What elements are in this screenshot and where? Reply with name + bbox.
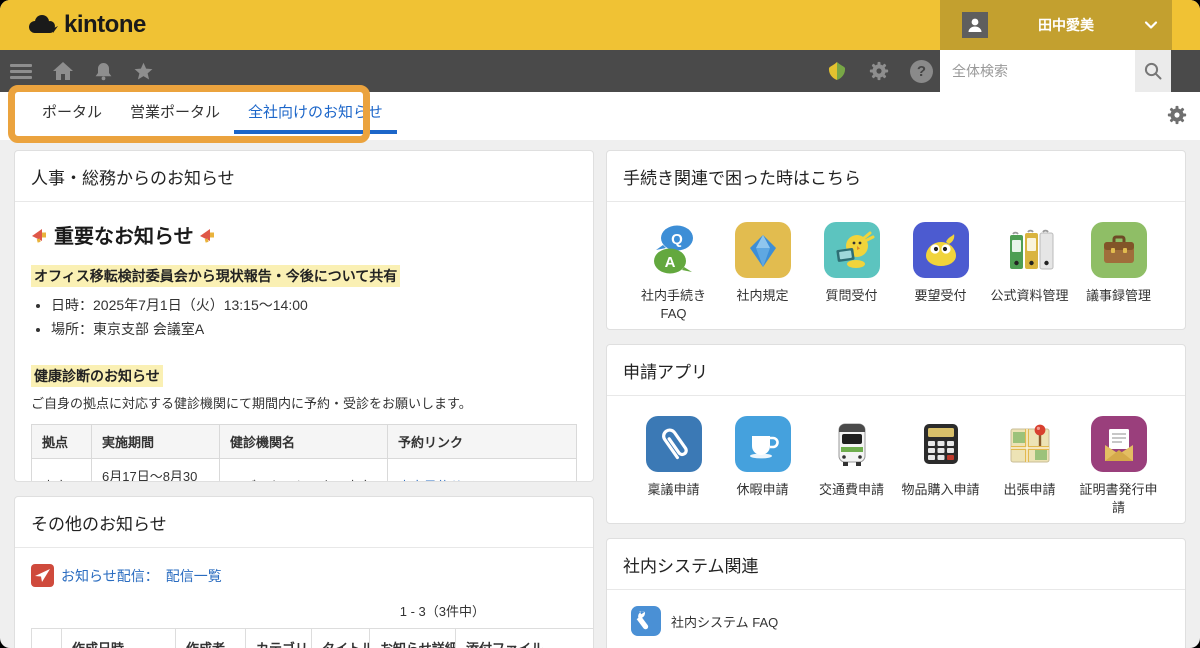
col-header: 拠点 (32, 425, 92, 459)
app-meeting-minutes[interactable]: 議事録管理 (1074, 222, 1163, 322)
coffee-cup-icon (735, 416, 791, 472)
app-certificate-issue[interactable]: 証明書発行申請 (1074, 416, 1163, 516)
diamond-icon (735, 222, 791, 278)
health-check-notice-body: ご自身の拠点に対応する健診機関にて期間内に予約・受診をお願いします。 (31, 393, 577, 412)
office-move-details: 日時：2025年7月1日（火）13:15～14:00 場所：東京支部 会議室A (51, 295, 577, 339)
procedures-panel: 手続き関連で困った時はこちら Q A 社内手続きFAQ (606, 150, 1186, 330)
other-announcements-panel: その他のお知らせ お知らせ配信： 配信一覧 1 - 3（3件中） 作成日時 作成… (14, 496, 594, 648)
col-header: 実施期間 (92, 425, 220, 459)
wrench-icon (631, 606, 661, 636)
col-header: 予約リンク (388, 425, 577, 459)
train-icon (824, 416, 880, 472)
admin-gear-icon[interactable] (868, 60, 890, 82)
notifications-bell-icon[interactable] (94, 61, 113, 81)
col-header-attachment[interactable]: 添付ファイル (456, 629, 595, 648)
app-purchase-request[interactable]: 物品購入申請 (896, 416, 985, 516)
app-company-rules[interactable]: 社内規定 (718, 222, 807, 322)
app-vacation-request[interactable]: 休暇申請 (718, 416, 807, 516)
portal-settings-gear-icon[interactable] (1166, 104, 1188, 131)
svg-text:Q: Q (671, 231, 683, 248)
health-check-notice-title: 健康診断のお知らせ (31, 365, 163, 387)
calculator-icon (913, 416, 969, 472)
person-icon (966, 16, 984, 34)
col-header-select[interactable] (32, 629, 62, 648)
app-business-trip[interactable]: 出張申請 (985, 416, 1074, 516)
panel-title: その他のお知らせ (15, 497, 593, 548)
qa-bubbles-icon: Q A (646, 222, 702, 278)
col-header-detail[interactable]: お知らせ詳細 (370, 629, 456, 648)
applications-panel: 申請アプリ 稟議申請 (606, 344, 1186, 524)
home-icon[interactable] (52, 61, 74, 81)
tokyo-reservation-link[interactable]: 東京予約サイト (398, 479, 489, 483)
important-heading: 重要なお知らせ (15, 202, 593, 249)
panel-title: 手続き関連で困った時はこちら (607, 151, 1185, 202)
it-consultation-item[interactable]: IT相談窓口 (607, 636, 1185, 648)
search-button[interactable] (1135, 50, 1171, 92)
app-request-desk[interactable]: 要望受付 (896, 222, 985, 322)
announcement-app-icon (31, 564, 54, 587)
col-header-created[interactable]: 作成日時 (62, 629, 176, 648)
app-official-documents[interactable]: 公式資料管理 (985, 222, 1074, 322)
record-list-table: 作成日時 作成者 カテゴリ タイトル お知らせ詳細 添付ファイル (31, 628, 594, 648)
col-header: 健診機関名 (220, 425, 388, 459)
col-header-category[interactable]: カテゴリ (246, 629, 312, 648)
app-question-desk[interactable]: 質問受付 (807, 222, 896, 322)
hr-announcements-panel: 人事・総務からのお知らせ 重要なお知らせ オフィス移転検討委員会から現状報告・今… (14, 150, 594, 482)
kintone-logo[interactable]: kintone (26, 0, 146, 50)
tab-company-announcements[interactable]: 全社向けのお知らせ (234, 92, 397, 134)
chevron-down-icon (1144, 20, 1158, 30)
office-move-notice-title: オフィス移転検討委員会から現状報告・今後について共有 (31, 265, 400, 287)
envelope-letter-icon (1091, 416, 1147, 472)
app-header: kintone 田中愛美 (0, 0, 1200, 50)
megaphone-icon (31, 227, 49, 243)
logo-text: kintone (64, 11, 146, 39)
favorites-star-icon[interactable] (133, 61, 154, 81)
distribution-list-link[interactable]: 配信一覧 (166, 566, 222, 586)
kintone-portal-screen: kintone 田中愛美 (0, 0, 1200, 648)
kintone-cloud-icon (26, 13, 58, 37)
col-header-author[interactable]: 作成者 (176, 629, 246, 648)
paperclip-icon (646, 416, 702, 472)
app-internal-procedures-faq[interactable]: Q A 社内手続きFAQ (629, 222, 718, 322)
user-menu[interactable]: 田中愛美 (940, 0, 1172, 50)
hamburger-menu-icon[interactable] (10, 64, 32, 79)
beginner-guide-icon[interactable] (826, 60, 848, 82)
portal-tab-bar: ポータル 営業ポータル 全社向けのお知らせ (0, 92, 1200, 140)
app-transport-expense[interactable]: 交通費申請 (807, 416, 896, 516)
svg-text:A: A (664, 254, 675, 271)
notice-place: 場所：東京支部 会議室A (51, 319, 577, 339)
notice-datetime: 日時：2025年7月1日（火）13:15～14:00 (51, 295, 577, 315)
panel-title: 申請アプリ (607, 345, 1185, 396)
panel-title: 社内システム関連 (607, 539, 1185, 590)
global-toolbar: ? (0, 50, 1200, 92)
panel-title: 人事・総務からのお知らせ (15, 151, 593, 202)
health-check-table: 拠点 実施期間 健診機関名 予約リンク 東京 6月17日～8月30日 メディカル… (31, 424, 577, 482)
system-faq-item[interactable]: 社内システム FAQ (607, 590, 1185, 636)
map-pin-icon (1002, 416, 1058, 472)
col-header-title[interactable]: タイトル (312, 629, 370, 648)
pagination-label: 1 - 3（3件中） (15, 601, 593, 620)
table-row: 東京 6月17日～8月30日 メディカルセンター東京 東京予約サイト (32, 459, 577, 483)
binders-icon (1002, 222, 1058, 278)
megaphone-icon (199, 227, 217, 243)
help-icon[interactable]: ? (910, 60, 933, 83)
internal-systems-panel: 社内システム関連 社内システム FAQ IT相談窓口 (606, 538, 1186, 648)
avatar (962, 12, 988, 38)
tab-sales-portal[interactable]: 営業ポータル (116, 92, 234, 134)
user-name: 田中愛美 (988, 15, 1144, 35)
briefcase-icon (1091, 222, 1147, 278)
bird-face-icon (913, 222, 969, 278)
app-approval-request[interactable]: 稟議申請 (629, 416, 718, 516)
bird-laptop-icon (824, 222, 880, 278)
announcement-app-link[interactable]: お知らせ配信： (61, 566, 159, 586)
tab-portal[interactable]: ポータル (28, 92, 116, 134)
search-input[interactable] (940, 50, 1135, 92)
search-icon (1143, 61, 1163, 81)
